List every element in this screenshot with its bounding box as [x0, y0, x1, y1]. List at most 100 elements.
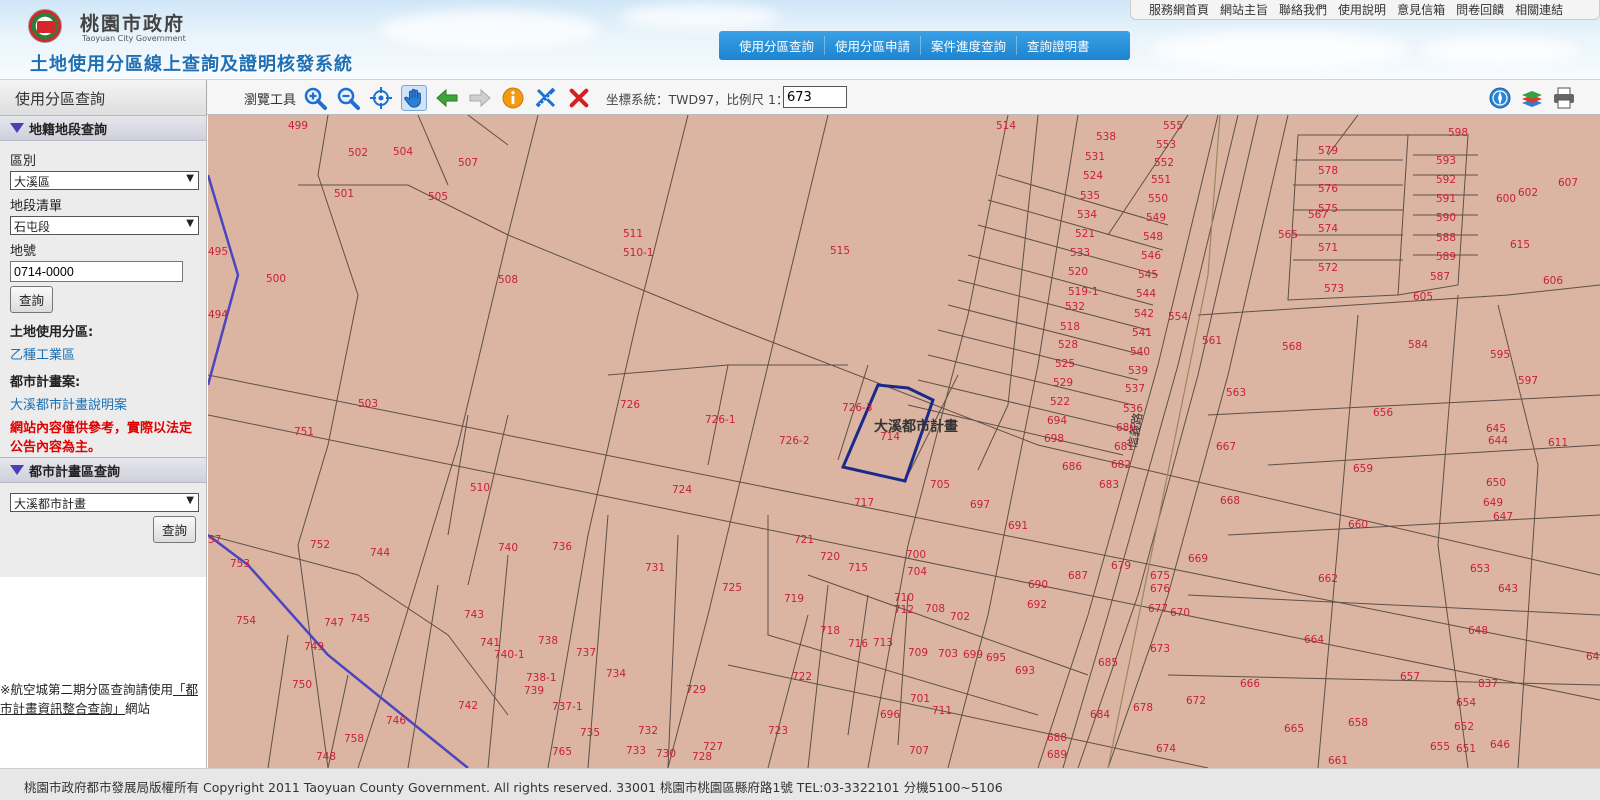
plot-number-644: 644	[1488, 435, 1508, 447]
plot-number-715: 715	[848, 562, 868, 574]
plot-number-645: 645	[1486, 423, 1506, 435]
plot-number-587: 587	[1430, 271, 1450, 283]
plot-number-750: 750	[292, 679, 312, 691]
top-links: 服務網首頁 網站主旨 聯絡我們 使用說明 意見信箱 問卷回饋 相關連結	[1130, 0, 1600, 20]
plot-number-575: 575	[1318, 203, 1338, 215]
system-title: 土地使用分區線上查詢及證明核發系統	[30, 54, 353, 75]
plot-number-726: 726	[620, 399, 640, 411]
plot-number-749: 749	[304, 641, 324, 653]
plot-number-565: 565	[1278, 229, 1298, 241]
plot-number-736: 736	[552, 541, 572, 553]
next-extent-icon[interactable]	[467, 85, 493, 111]
plot-number-669: 669	[1188, 553, 1208, 565]
plot-number-573: 573	[1324, 283, 1344, 295]
cadastral-query-button[interactable]: 查詢	[10, 286, 54, 313]
plot-number-670: 670	[1170, 607, 1190, 619]
plot-number-606: 606	[1543, 275, 1563, 287]
urban-plan-select[interactable]: 大溪都市計畫 ▼	[10, 493, 199, 512]
plot-number-542: 542	[1134, 308, 1154, 320]
highlight-lot-number: 714	[880, 431, 900, 443]
plot-number-694: 694	[1047, 415, 1067, 427]
plan-query-header[interactable]: 都市計畫區查詢	[0, 457, 206, 483]
note-suffix: 網站	[125, 701, 151, 716]
info-icon[interactable]	[500, 85, 526, 111]
top-link-purpose[interactable]: 網站主旨	[1220, 1, 1268, 18]
top-link-feedback[interactable]: 意見信箱	[1397, 1, 1445, 18]
plot-number-686: 686	[1062, 461, 1082, 473]
city-seal-logo[interactable]	[28, 9, 62, 43]
nav-zoning-apply[interactable]: 使用分區申請	[825, 36, 922, 55]
top-link-survey[interactable]: 問卷回饋	[1456, 1, 1504, 18]
plot-number-572: 572	[1318, 262, 1338, 274]
plot-number-701: 701	[910, 693, 930, 705]
site-header: 桃園市政府 Taoyuan City Government 土地使用分區線上查詢…	[0, 0, 1600, 80]
plot-number-718: 718	[820, 625, 840, 637]
plot-number-555: 555	[1163, 120, 1183, 132]
zoom-out-icon[interactable]	[335, 85, 361, 111]
urban-plan-link[interactable]: 大溪都市計畫說明案	[10, 394, 196, 413]
plan-query-button[interactable]: 查詢	[152, 516, 196, 543]
plot-number-676: 676	[1150, 583, 1170, 595]
plot-number-611: 611	[1548, 437, 1568, 449]
zoning-result-link[interactable]: 乙種工業區	[10, 344, 196, 363]
plot-number-505: 505	[428, 191, 448, 203]
plot-number-508: 508	[498, 274, 518, 286]
lot-number-input[interactable]	[10, 261, 183, 282]
plot-number-726-1: 726-1	[705, 414, 736, 426]
query-panel: 地籍地段查詢 區別 大溪區 ▼ 地段清單 石屯段 ▼ 地號 查詢 土地使用分區:…	[0, 115, 207, 768]
clear-icon[interactable]	[566, 85, 592, 111]
footer-copyright: 桃園市政府都市發展局版權所有 Copyright 2011 Taoyuan Co…	[0, 768, 1600, 800]
nav-zoning-query[interactable]: 使用分區查詢	[729, 36, 826, 55]
district-select[interactable]: 大溪區 ▼	[10, 171, 199, 190]
gov-name: 桃園市政府	[80, 13, 186, 35]
top-link-related[interactable]: 相關連結	[1515, 1, 1563, 18]
layers-icon[interactable]	[1518, 84, 1546, 112]
nav-case-progress[interactable]: 案件進度查詢	[921, 36, 1018, 55]
plot-number-746: 746	[386, 715, 406, 727]
plot-number-685: 685	[1098, 657, 1118, 669]
plot-number-716: 716	[848, 638, 868, 650]
lot-number-label: 地號	[10, 244, 37, 259]
plan-boundary-line	[208, 174, 240, 386]
section-select[interactable]: 石屯段 ▼	[10, 216, 199, 235]
chevron-down-icon: ▼	[186, 218, 194, 229]
plot-number-751: 751	[294, 426, 314, 438]
plot-number-688: 688	[1047, 732, 1067, 744]
cadastral-map[interactable]: 大溪都市計畫 714 信義路 499 502 504 507 501 505 511 510-…	[208, 115, 1600, 768]
cadastral-query-header[interactable]: 地籍地段查詢	[0, 115, 206, 141]
plot-number-682: 682	[1111, 459, 1131, 471]
plot-number-693: 693	[1015, 665, 1035, 677]
plot-number-677: 677	[1148, 603, 1168, 615]
measure-icon[interactable]	[533, 85, 559, 111]
plot-number-651: 651	[1456, 743, 1476, 755]
nav-certificate-query[interactable]: 查詢證明書	[1017, 36, 1100, 55]
plot-number-602: 602	[1518, 187, 1538, 199]
cadastral-query-heading: 地籍地段查詢	[29, 122, 108, 138]
plot-number-501: 501	[334, 188, 354, 200]
zoom-in-icon[interactable]	[302, 85, 328, 111]
compass-icon[interactable]	[1486, 84, 1514, 112]
top-link-help[interactable]: 使用說明	[1338, 1, 1386, 18]
plot-number-524: 524	[1083, 170, 1103, 182]
pan-hand-icon[interactable]	[401, 85, 427, 111]
plot-number-758: 758	[344, 733, 364, 745]
plot-number-675: 675	[1150, 570, 1170, 582]
top-link-home[interactable]: 服務網首頁	[1149, 1, 1209, 18]
plot-number-593: 593	[1436, 155, 1456, 167]
plot-number-538: 538	[1096, 131, 1116, 143]
full-extent-icon[interactable]	[368, 85, 394, 111]
plot-number-520: 520	[1068, 266, 1088, 278]
plot-number-674: 674	[1156, 743, 1176, 755]
plot-number-554: 554	[1168, 311, 1188, 323]
plot-number-531: 531	[1085, 151, 1105, 163]
top-link-contact[interactable]: 聯絡我們	[1279, 1, 1327, 18]
chevron-down-icon: ▼	[186, 173, 194, 184]
plot-number-503: 503	[358, 398, 378, 410]
print-icon[interactable]	[1550, 84, 1578, 112]
plot-number-717: 717	[854, 497, 874, 509]
scale-input[interactable]	[783, 86, 847, 108]
map-canvas[interactable]: 大溪都市計畫 714 信義路 499502 504507501 505511510-…	[208, 115, 1600, 768]
plot-number-656: 656	[1373, 407, 1393, 419]
previous-extent-icon[interactable]	[434, 85, 460, 111]
plot-number-529: 529	[1053, 377, 1073, 389]
